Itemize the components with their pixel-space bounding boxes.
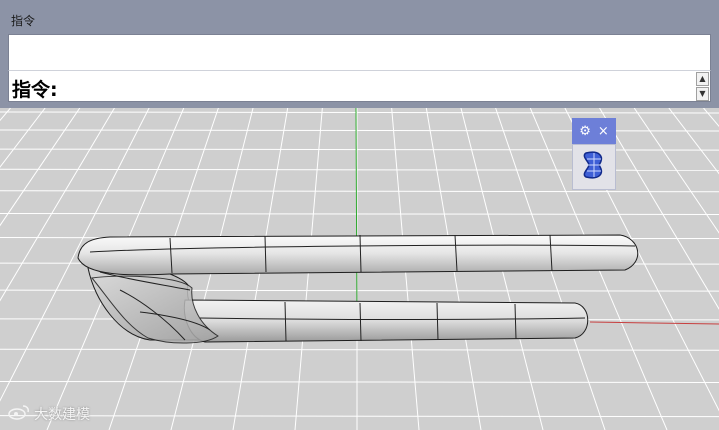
command-input[interactable] bbox=[65, 73, 697, 99]
sub-d-shape-icon[interactable] bbox=[581, 150, 607, 184]
floating-toolbar-header[interactable]: ⚙ × bbox=[572, 118, 616, 144]
command-panel: 指令 指令: ▲ ▼ bbox=[0, 0, 719, 109]
scroll-down-button[interactable]: ▼ bbox=[696, 87, 709, 101]
weibo-logo-icon bbox=[8, 404, 30, 424]
watermark: 大数建模 bbox=[8, 404, 90, 424]
watermark-text: 大数建模 bbox=[34, 407, 90, 423]
command-history[interactable] bbox=[8, 34, 711, 72]
handle-upper-bar bbox=[77, 234, 639, 276]
command-panel-title: 指令 bbox=[11, 14, 36, 28]
scroll-up-button[interactable]: ▲ bbox=[696, 72, 709, 86]
floating-toolbar-body bbox=[572, 144, 616, 190]
command-line: 指令: ▲ ▼ bbox=[8, 70, 711, 102]
close-icon[interactable]: × bbox=[598, 124, 609, 139]
handle-lower-bar bbox=[183, 299, 589, 343]
command-prompt-label: 指令: bbox=[12, 79, 58, 101]
command-history-spinner: ▲ ▼ bbox=[696, 72, 709, 101]
floating-toolbar: ⚙ × bbox=[572, 118, 616, 190]
gear-icon[interactable]: ⚙ bbox=[579, 124, 591, 139]
